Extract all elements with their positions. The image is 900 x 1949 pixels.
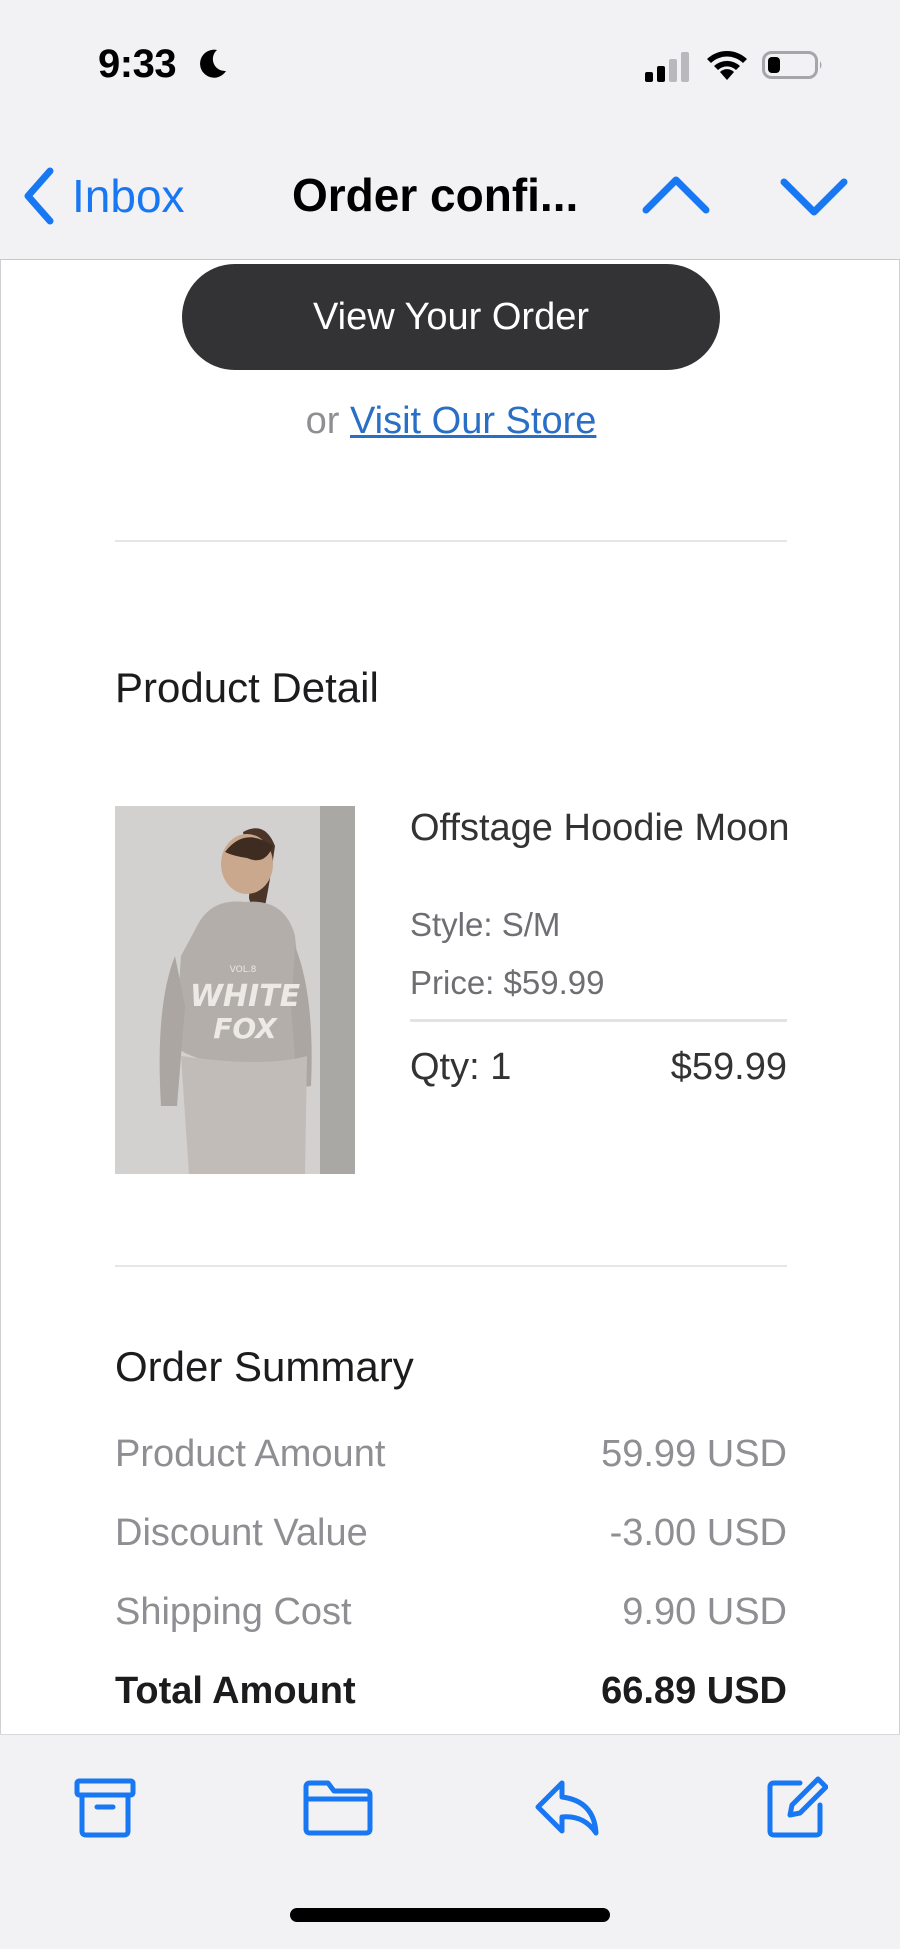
product-name: Offstage Hoodie Moon xyxy=(410,807,790,849)
summary-label: Discount Value xyxy=(115,1512,368,1554)
home-indicator[interactable] xyxy=(290,1908,610,1922)
email-subject-title: Order confi... xyxy=(292,169,579,221)
summary-value: -3.00 USD xyxy=(609,1512,787,1554)
summary-row-total: Total Amount 66.89 USD xyxy=(115,1670,787,1713)
product-line-total: $59.99 xyxy=(670,1046,787,1088)
back-to-inbox-button[interactable]: Inbox xyxy=(20,164,185,228)
view-your-order-button[interactable]: View Your Order xyxy=(182,264,720,370)
summary-label: Total Amount xyxy=(115,1670,356,1712)
status-time: 9:33 xyxy=(98,42,177,86)
product-divider xyxy=(410,1019,787,1022)
folder-icon[interactable] xyxy=(302,1775,374,1839)
visit-our-store-link[interactable]: Visit Our Store xyxy=(350,400,596,442)
battery-icon xyxy=(762,51,822,79)
product-price: Price: $59.99 xyxy=(410,964,605,1001)
product-detail-heading: Product Detail xyxy=(115,664,379,711)
cellular-signal-icon xyxy=(645,52,689,82)
summary-value: 59.99 USD xyxy=(601,1433,787,1475)
wifi-icon xyxy=(707,51,747,80)
product-style: Style: S/M xyxy=(410,906,561,943)
next-message-chevron-down-icon[interactable] xyxy=(778,168,850,224)
chevron-left-icon xyxy=(24,167,54,225)
back-label: Inbox xyxy=(72,170,185,222)
summary-label: Shipping Cost xyxy=(115,1591,352,1633)
product-quantity: Qty: 1 xyxy=(410,1046,512,1088)
summary-value: 66.89 USD xyxy=(601,1670,787,1712)
summary-value: 9.90 USD xyxy=(622,1591,787,1633)
order-summary-heading: Order Summary xyxy=(115,1343,414,1390)
hoodie-print-small: VOL.8 xyxy=(230,965,257,975)
divider xyxy=(115,540,787,542)
or-text: or xyxy=(305,400,340,442)
summary-row-shipping: Shipping Cost 9.90 USD xyxy=(115,1591,787,1634)
mail-nav-bar: Inbox Order confi... xyxy=(0,130,900,260)
summary-row-discount: Discount Value -3.00 USD xyxy=(115,1512,787,1555)
email-body[interactable]: View Your Order or Visit Our Store Produ… xyxy=(0,260,900,1734)
moon-icon xyxy=(200,49,226,78)
compose-icon[interactable] xyxy=(764,1775,828,1839)
archive-icon[interactable] xyxy=(73,1775,137,1839)
divider xyxy=(115,1265,787,1267)
summary-label: Product Amount xyxy=(115,1433,386,1475)
hoodie-print-main: WHITE xyxy=(190,979,301,1014)
store-link-line: or Visit Our Store xyxy=(1,400,899,443)
hoodie-print-sub: FOX xyxy=(213,1012,278,1045)
product-image[interactable]: VOL.8 WHITE FOX xyxy=(115,806,355,1174)
hoodie-photo: VOL.8 WHITE FOX xyxy=(115,806,355,1174)
previous-message-chevron-up-icon[interactable] xyxy=(640,168,712,224)
summary-row-product-amount: Product Amount 59.99 USD xyxy=(115,1433,787,1476)
reply-icon[interactable] xyxy=(532,1775,602,1839)
status-bar: 9:33 xyxy=(0,0,900,130)
